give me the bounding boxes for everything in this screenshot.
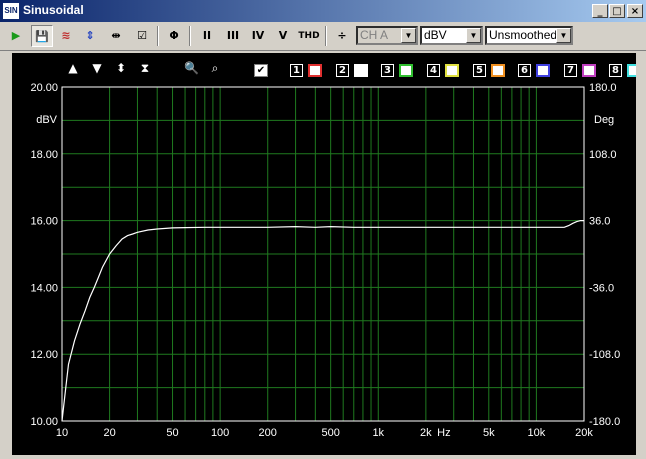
check-icon[interactable]: ☑ (131, 25, 153, 47)
x-tick-label: 2k (420, 427, 432, 439)
y-tick-label: 12.00 (30, 349, 58, 361)
tick-labels: 20.00 180.0 18.00 108.0 16.00 36.0 14.00 -36.0 1… (30, 82, 620, 439)
window-title: Sinusoidal (23, 3, 84, 17)
x-tick-label: 200 (259, 427, 277, 439)
x-tick-label: 20k (575, 427, 593, 439)
x-tick-label: 20 (103, 427, 115, 439)
y2-axis-label: Deg (594, 114, 614, 126)
x-tick-label: 10 (56, 427, 68, 439)
smoothing-select-value: Unsmoothed (489, 28, 558, 42)
y-tick-label: 16.00 (30, 216, 58, 228)
channel-select-value: CH A (360, 28, 389, 42)
spin-icon[interactable]: ⇕ (79, 25, 101, 47)
y-axis-label: dBV (36, 114, 57, 126)
y2-tick-label: 108.0 (589, 149, 617, 161)
y2-tick-label: 36.0 (589, 216, 610, 228)
thd-icon[interactable]: THD (296, 25, 322, 47)
harmonic-4-icon[interactable]: IV (247, 25, 269, 47)
x-tick-label: 50 (166, 427, 178, 439)
plot-area: ▲ ▼ ⬍ ⧗ 🔍 ⌕ ✔ 1 2 3 4 5 6 7 8 dBV Deg Hz… (12, 53, 636, 455)
app-icon: SIN (3, 3, 19, 19)
y-tick-label: 20.00 (30, 82, 58, 94)
channel-select[interactable]: CH A ▼ (356, 26, 418, 45)
x-tick-label: 500 (321, 427, 339, 439)
unit-select-value: dBV (424, 28, 447, 42)
run-icon[interactable]: ▶ (5, 25, 27, 47)
toolbar: ▶ 💾 ≋ ⇕ ⇹ ☑ Φ II III IV V THD ÷ CH A ▼ d… (0, 22, 646, 51)
x-tick-label: 10k (528, 427, 546, 439)
x-tick-label: 100 (211, 427, 229, 439)
x-tick-label: 1k (372, 427, 384, 439)
y-tick-label: 10.00 (30, 416, 58, 428)
y2-tick-label: 180.0 (589, 82, 617, 94)
y-tick-label: 14.00 (30, 282, 58, 294)
chevron-down-icon[interactable]: ▼ (466, 28, 481, 43)
chevron-down-icon[interactable]: ▼ (556, 28, 571, 43)
y2-tick-label: -180.0 (589, 416, 620, 428)
unit-select[interactable]: dBV ▼ (420, 26, 483, 45)
toolbar-separator (189, 26, 191, 46)
y2-tick-label: -108.0 (589, 349, 620, 361)
save-icon[interactable]: 💾 (31, 25, 53, 47)
y2-tick-label: -36.0 (589, 282, 614, 294)
x-tick-label: 5k (483, 427, 495, 439)
grid-lines (62, 87, 584, 421)
harmonic-5-icon[interactable]: V (272, 25, 294, 47)
phase-icon[interactable]: Φ (163, 25, 185, 47)
toolbar-separator (325, 26, 327, 46)
chevron-down-icon[interactable]: ▼ (401, 28, 416, 43)
divide-icon[interactable]: ÷ (331, 25, 353, 47)
close-button[interactable]: × (627, 4, 643, 18)
minimize-button[interactable]: _ (592, 4, 608, 18)
y-tick-label: 18.00 (30, 149, 58, 161)
title-bar: SIN Sinusoidal _ □ × (0, 0, 646, 22)
harmonic-2-icon[interactable]: II (196, 25, 218, 47)
marker-icon[interactable]: ⇹ (105, 25, 127, 47)
toolbar-separator (157, 26, 159, 46)
waveform-icon[interactable]: ≋ (55, 25, 77, 47)
harmonic-3-icon[interactable]: III (222, 25, 244, 47)
frequency-response-chart[interactable]: dBV Deg Hz 20.00 180.0 18.00 108.0 16.00 36.0… (12, 53, 636, 455)
smoothing-select[interactable]: Unsmoothed ▼ (485, 26, 573, 45)
x-axis-unit: Hz (437, 427, 450, 439)
maximize-button[interactable]: □ (609, 4, 625, 18)
